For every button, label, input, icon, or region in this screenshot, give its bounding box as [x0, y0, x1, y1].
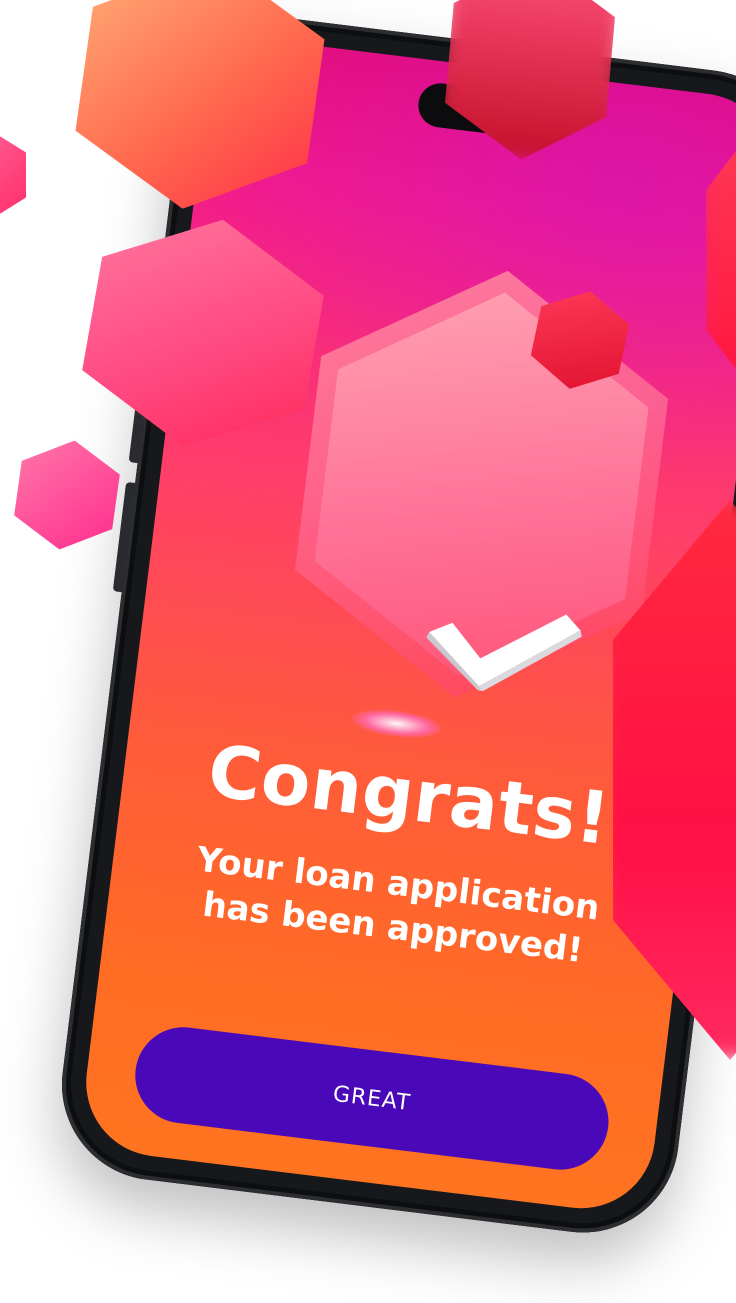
light-glow	[350, 705, 443, 743]
floating-hexagon-left-edge	[0, 130, 26, 220]
checkmark-icon	[426, 614, 582, 693]
great-button[interactable]: GREAT	[129, 1021, 614, 1176]
promo-stage: Congrats! Your loan application has been…	[0, 0, 736, 1303]
floating-hexagon-small-left	[5, 433, 129, 557]
